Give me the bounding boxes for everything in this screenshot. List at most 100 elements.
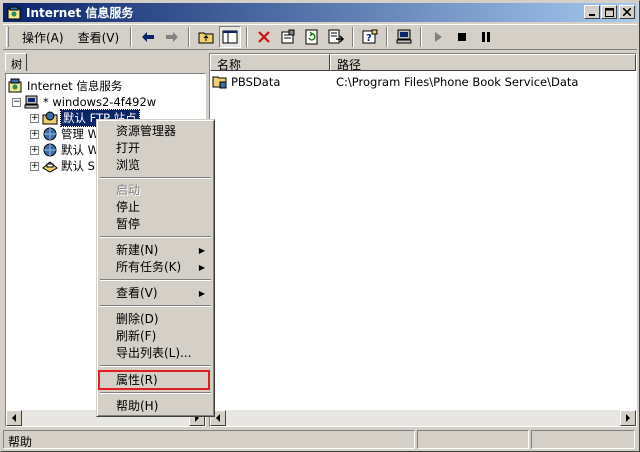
ctx-explore[interactable]: 资源管理器 <box>100 123 211 140</box>
back-arrow-icon <box>142 32 155 42</box>
ctx-view[interactable]: 查看(V) ▶ <box>100 285 211 302</box>
menu-action[interactable]: 操作(A) <box>15 27 71 48</box>
toolbar-separator <box>246 27 249 47</box>
iis-app-icon <box>6 5 22 21</box>
back-button[interactable] <box>137 26 159 48</box>
expand-icon[interactable]: + <box>30 129 39 139</box>
properties-highlight-box <box>98 370 210 390</box>
submenu-arrow-icon: ▶ <box>198 289 205 298</box>
menu-toolbar: 操作(A) 查看(V) ? <box>3 24 637 50</box>
list-item[interactable]: PBSData <box>212 74 280 90</box>
smtp-site-icon <box>42 158 58 174</box>
tree-node-label: * windows2-4f492w <box>43 95 157 109</box>
computer-icon <box>396 29 412 44</box>
iis-root-icon <box>8 78 24 94</box>
ctx-new-label: 新建(N) <box>116 243 159 257</box>
window-title: Internet 信息服务 <box>26 6 134 20</box>
list-item-name: PBSData <box>231 75 281 89</box>
status-panel <box>417 430 529 449</box>
delete-icon <box>258 31 270 43</box>
properties-icon <box>281 29 295 44</box>
show-tree-button[interactable] <box>219 26 242 48</box>
list-pane: 名称 路径 PBSData C:\Program Files\Phone Boo… <box>209 53 637 427</box>
ctx-help[interactable]: 帮助(H) <box>100 398 211 415</box>
play-icon <box>435 32 443 42</box>
tree-node-label: Internet 信息服务 <box>27 79 123 93</box>
computer-button[interactable] <box>393 26 415 48</box>
help-button[interactable]: ? <box>359 26 381 48</box>
forward-arrow-icon <box>166 32 179 42</box>
scroll-left-button[interactable] <box>6 410 22 426</box>
tree-node-server[interactable]: − * windows2-4f492w <box>12 94 156 110</box>
minimize-button[interactable] <box>584 5 600 19</box>
collapse-icon[interactable]: − <box>12 97 21 107</box>
menu-separator <box>100 177 211 179</box>
tree-node-default-smtp[interactable]: + 默认 S <box>30 158 95 174</box>
server-icon <box>24 94 40 110</box>
properties-button[interactable] <box>277 26 299 48</box>
status-bar: 帮助 <box>3 430 637 450</box>
expand-icon[interactable]: + <box>30 161 39 171</box>
ctx-new[interactable]: 新建(N) ▶ <box>100 242 211 259</box>
start-button[interactable] <box>427 26 449 48</box>
close-button[interactable] <box>619 5 635 19</box>
export-list-icon <box>328 29 345 44</box>
ctx-browse[interactable]: 浏览 <box>100 157 211 174</box>
ctx-export-list[interactable]: 导出列表(L)... <box>100 345 211 362</box>
column-headers: 名称 路径 <box>210 54 636 72</box>
menu-separator <box>100 392 211 394</box>
title-bar[interactable]: Internet 信息服务 <box>3 3 637 22</box>
menu-separator <box>100 305 211 307</box>
stop-button[interactable] <box>451 26 473 48</box>
maximize-button[interactable] <box>601 5 617 19</box>
ctx-all-tasks[interactable]: 所有任务(K) ▶ <box>100 259 211 276</box>
ctx-all-tasks-label: 所有任务(K) <box>116 260 182 274</box>
tree-node-admin-web[interactable]: + 管理 W <box>30 126 99 142</box>
up-folder-icon <box>198 32 214 44</box>
virtual-directory-icon <box>212 74 228 90</box>
ftp-site-icon <box>42 110 58 126</box>
tree-node-root[interactable]: Internet 信息服务 <box>8 78 122 94</box>
delete-button[interactable] <box>253 26 275 48</box>
list-horizontal-scrollbar[interactable] <box>210 410 636 426</box>
ctx-pause[interactable]: 暂停 <box>100 216 211 233</box>
ctx-view-label: 查看(V) <box>116 286 158 300</box>
refresh-icon <box>305 29 318 45</box>
expand-icon[interactable]: + <box>30 145 39 155</box>
menu-view[interactable]: 查看(V) <box>71 27 127 48</box>
up-level-button[interactable] <box>195 26 217 48</box>
export-list-button[interactable] <box>325 26 347 48</box>
toolbar-grip[interactable] <box>6 27 9 47</box>
web-site-icon <box>42 126 58 142</box>
pause-button[interactable] <box>475 26 497 48</box>
scroll-right-button[interactable] <box>620 410 636 426</box>
ctx-delete[interactable]: 删除(D) <box>100 311 211 328</box>
tree-tab[interactable]: 树 <box>5 53 27 71</box>
scroll-track[interactable] <box>226 410 620 426</box>
tree-node-label: 默认 S <box>61 159 95 173</box>
ctx-refresh[interactable]: 刷新(F) <box>100 328 211 345</box>
menu-separator <box>100 279 211 281</box>
toolbar-separator <box>352 27 355 47</box>
help-icon: ? <box>362 29 378 44</box>
show-tree-icon <box>222 30 238 44</box>
ctx-start: 启动 <box>116 183 141 197</box>
menu-separator <box>100 365 211 367</box>
list-item-path: C:\Program Files\Phone Book Service\Data <box>336 75 579 89</box>
ctx-stop[interactable]: 停止 <box>100 199 211 216</box>
window-controls <box>583 5 635 19</box>
svg-text:?: ? <box>366 33 372 44</box>
toolbar-separator <box>130 27 133 47</box>
pause-icon <box>482 32 491 42</box>
status-panel <box>531 430 635 449</box>
tree-node-default-web[interactable]: + 默认 W <box>30 142 99 158</box>
column-header-path[interactable]: 路径 <box>330 54 636 72</box>
column-header-name[interactable]: 名称 <box>210 54 330 72</box>
refresh-button[interactable] <box>301 26 323 48</box>
submenu-arrow-icon: ▶ <box>198 263 205 272</box>
ctx-open[interactable]: 打开 <box>100 140 211 157</box>
forward-button[interactable] <box>161 26 183 48</box>
submenu-arrow-icon: ▶ <box>198 246 205 255</box>
toolbar-separator <box>386 27 389 47</box>
expand-icon[interactable]: + <box>30 113 39 123</box>
